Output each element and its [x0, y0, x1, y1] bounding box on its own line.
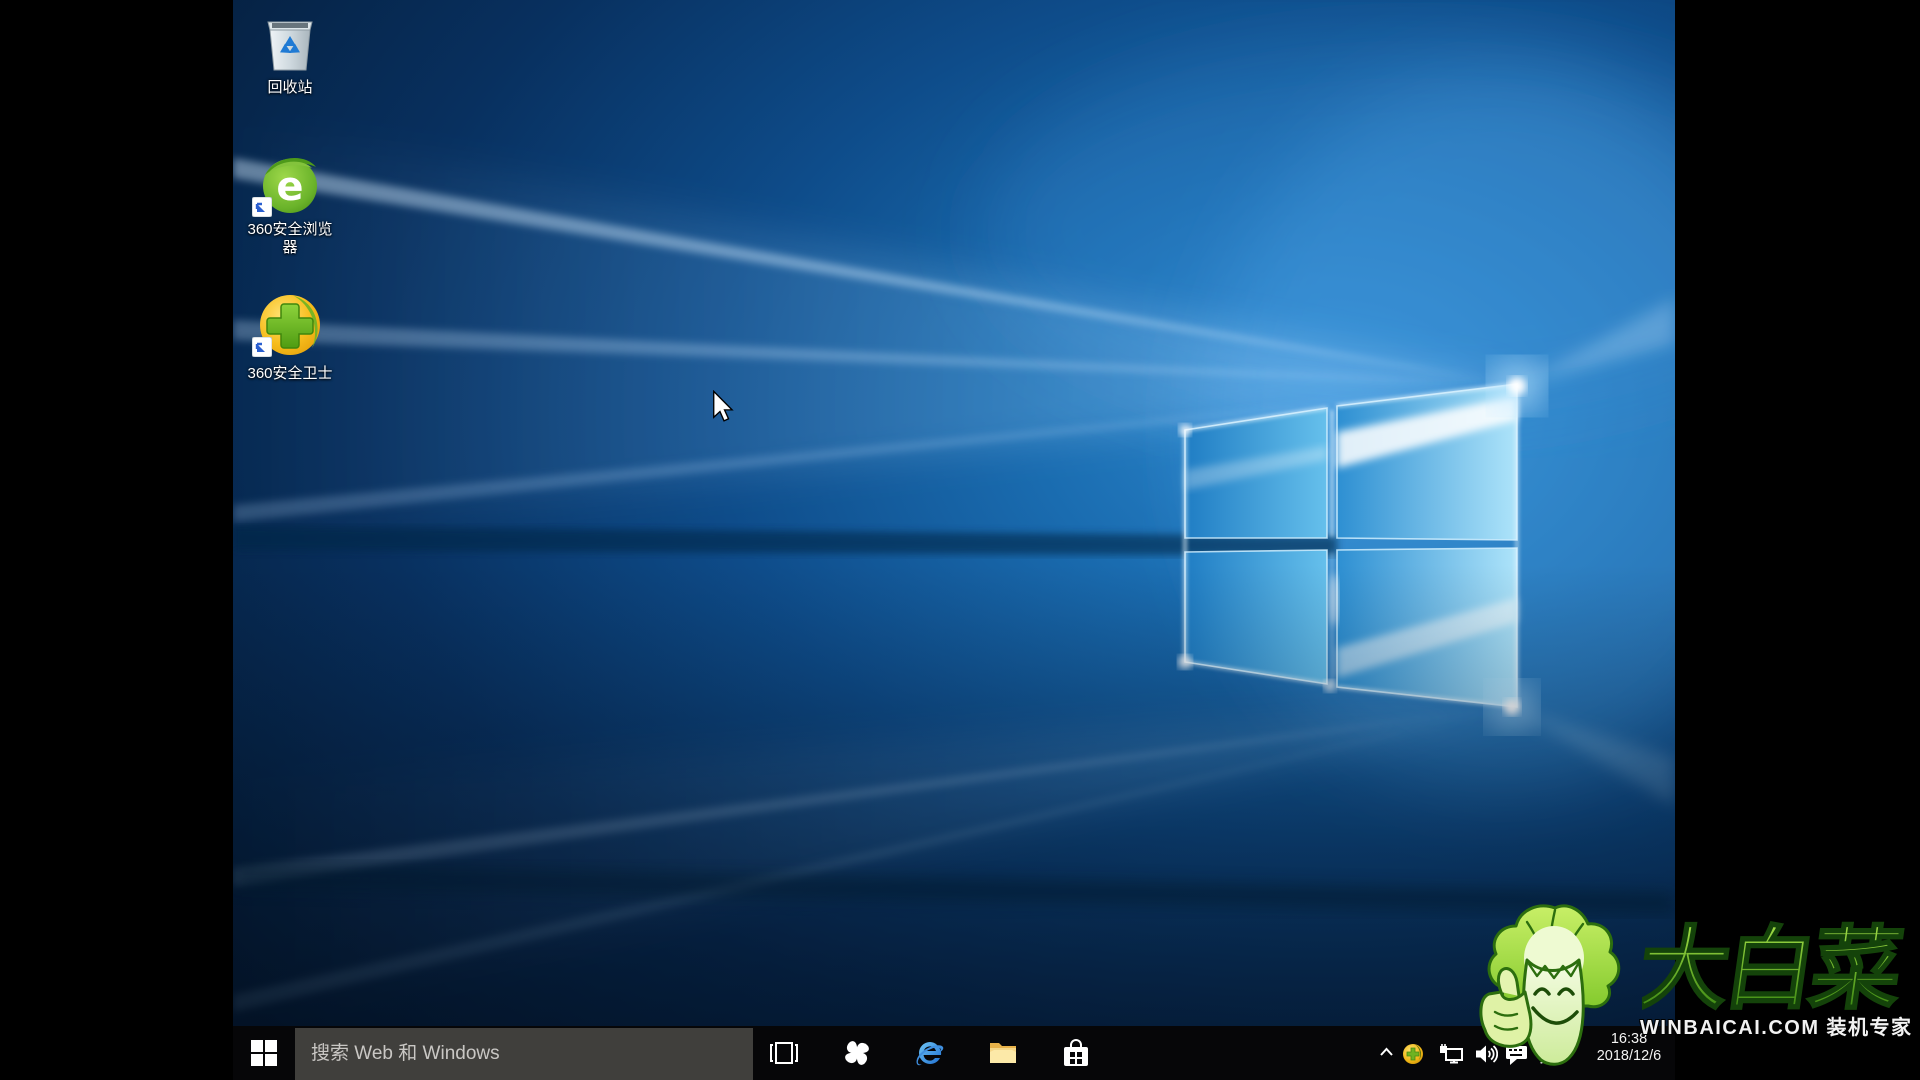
- shortcut-arrow-badge: [252, 197, 272, 217]
- store-icon: [1063, 1038, 1089, 1068]
- internet-explorer-button[interactable]: [908, 1026, 952, 1080]
- 360-browser-label: 360安全浏览器: [242, 221, 338, 257]
- desktop-icon-360-browser[interactable]: e 360安全浏览器: [238, 153, 342, 257]
- pinwheel-icon: [842, 1038, 872, 1068]
- brand-text: 大白菜: [1642, 917, 1909, 1020]
- task-view-button[interactable]: [762, 1026, 806, 1080]
- 360-guard-label: 360安全卫士: [238, 365, 342, 383]
- network-ethernet-icon: [1439, 1044, 1463, 1064]
- pinwheel-app-button[interactable]: [835, 1026, 879, 1080]
- 360-guard-tray-icon: [1402, 1043, 1424, 1065]
- taskbar-search-box[interactable]: [295, 1028, 753, 1080]
- tray-360-guard[interactable]: [1402, 1043, 1424, 1065]
- desktop-screen: 回收站 e 360安全浏览器: [233, 0, 1675, 1080]
- brand-logo: 大白菜: [1642, 908, 1920, 1020]
- file-explorer-icon: [988, 1040, 1018, 1066]
- windows-hero-wallpaper: [233, 0, 1675, 1026]
- search-input[interactable]: [295, 1043, 753, 1065]
- file-explorer-button[interactable]: [981, 1026, 1025, 1080]
- chevron-up-icon: [1379, 1047, 1394, 1057]
- windows-store-button[interactable]: [1054, 1026, 1098, 1080]
- desktop-icon-recycle-bin[interactable]: 回收站: [238, 10, 342, 97]
- recycle-bin-icon: [261, 10, 319, 74]
- task-view-icon: [769, 1040, 799, 1066]
- tray-show-hidden-icons[interactable]: [1379, 1047, 1394, 1057]
- svg-text:e: e: [276, 164, 303, 210]
- brand-site-text: WINBAICAI.COM 装机专家: [1640, 1011, 1920, 1040]
- recycle-bin-label: 回收站: [238, 79, 342, 97]
- start-button[interactable]: [233, 1026, 295, 1080]
- tray-network[interactable]: [1439, 1044, 1463, 1064]
- mouse-cursor: [711, 390, 735, 422]
- internet-explorer-icon: [914, 1037, 946, 1069]
- windows-logo-icon: [251, 1040, 277, 1066]
- desktop-icon-360-guard[interactable]: 360安全卫士: [238, 292, 342, 383]
- taskbar: 英 16:38 2018/12/6: [233, 1026, 1675, 1080]
- cabbage-mascot: [1475, 900, 1631, 1078]
- shortcut-arrow-badge: [252, 337, 272, 357]
